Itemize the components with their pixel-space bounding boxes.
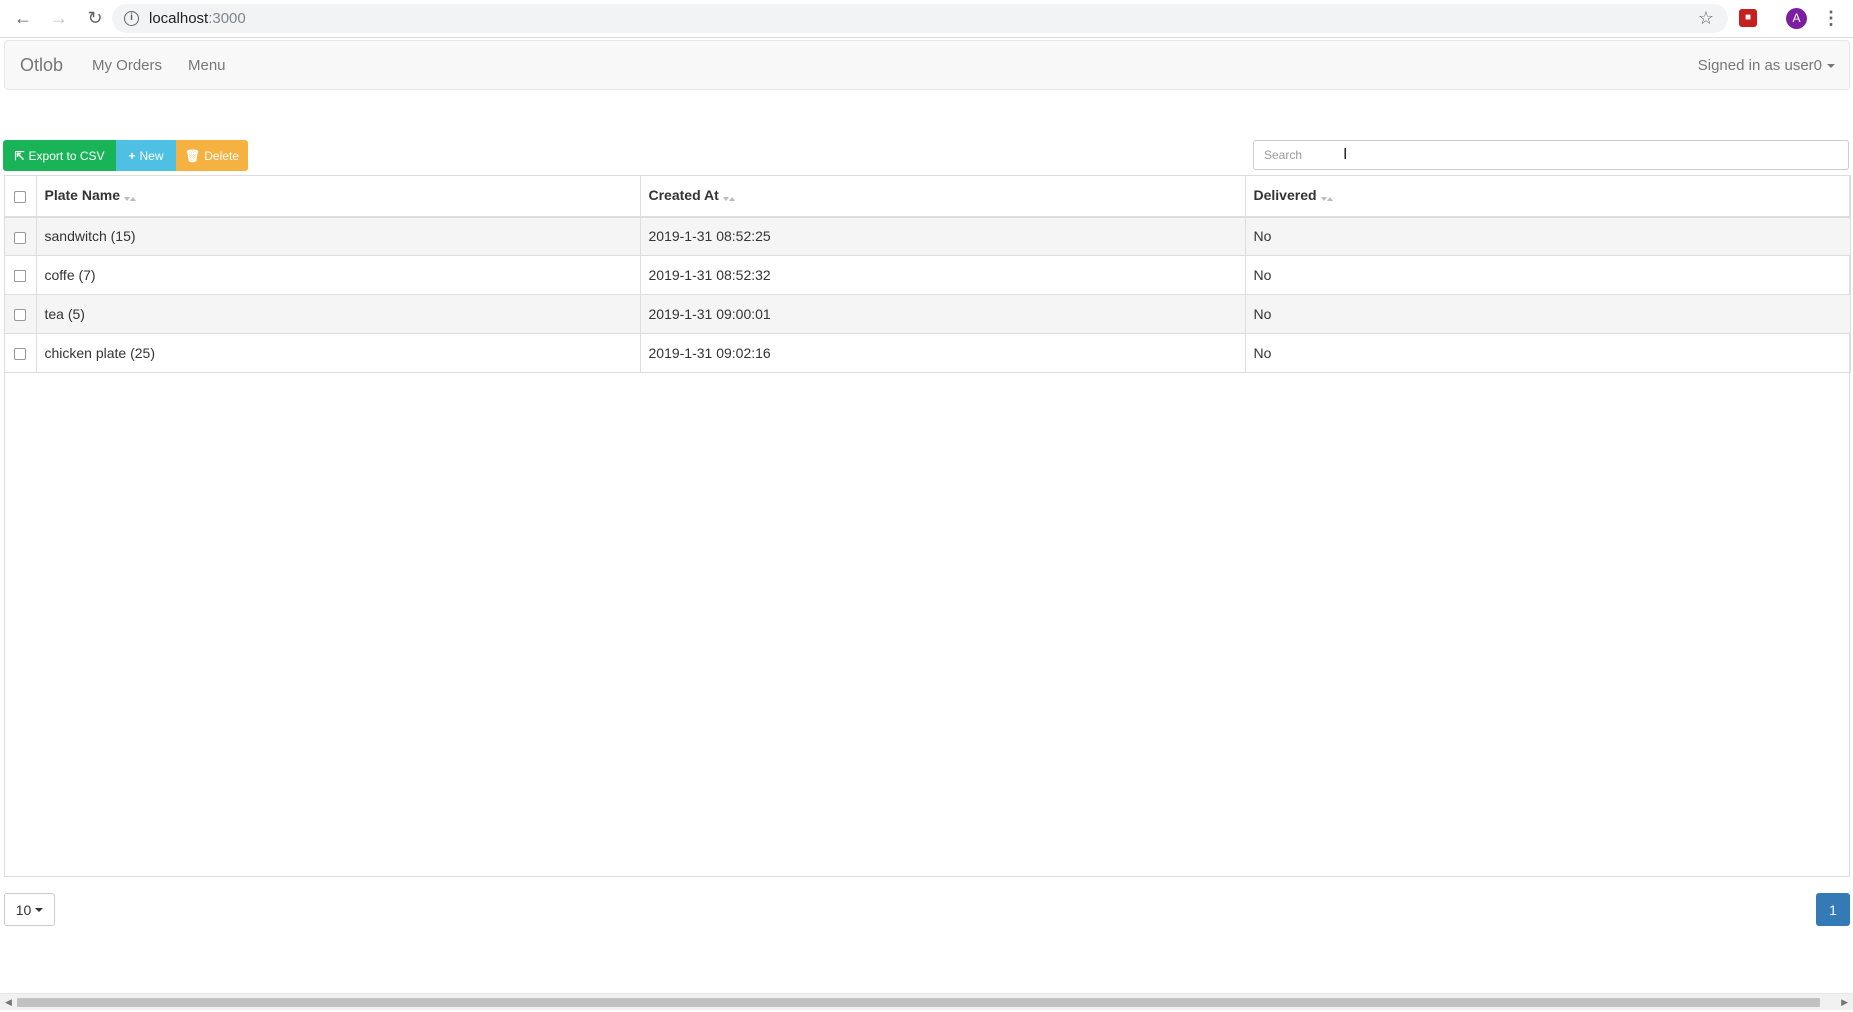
table-row[interactable]: coffe (7) 2019-1-31 08:52:32 No — [5, 255, 1851, 295]
horizontal-scrollbar[interactable]: ◀ ▶ — [0, 993, 1853, 1010]
row-checkbox[interactable] — [14, 270, 27, 283]
forward-icon[interactable]: → — [46, 6, 72, 32]
back-icon[interactable]: ← — [10, 6, 36, 32]
row-select-cell — [5, 255, 37, 295]
page-size-value: 10 — [15, 901, 32, 918]
table-row[interactable]: chicken plate (25) 2019-1-31 09:02:16 No — [5, 333, 1851, 373]
nav-my-orders[interactable]: My Orders — [92, 57, 162, 74]
cell-plate-name: sandwitch (15) — [36, 216, 641, 256]
row-checkbox[interactable] — [14, 231, 27, 244]
user-label: Signed in as user0 — [1697, 57, 1822, 74]
cell-created-at: 2019-1-31 09:00:01 — [640, 294, 1246, 334]
kebab-menu-icon[interactable]: ⋮ — [1822, 6, 1840, 30]
table-header-row: Plate Name Created At Delivered — [5, 175, 1851, 218]
page-1-button[interactable]: 1 — [1816, 893, 1850, 926]
cell-created-at: 2019-1-31 08:52:32 — [640, 255, 1246, 295]
browser-toolbar: ← → ↻ i localhost:3000 ☆ ■ A ⋮ — [0, 0, 1853, 38]
select-all-checkbox[interactable] — [14, 191, 27, 204]
orders-table: Plate Name Created At Delivered sandwitc… — [4, 175, 1851, 877]
delete-button[interactable]: 🗑 Delete — [176, 140, 248, 171]
cell-delivered: No — [1245, 333, 1851, 373]
navbar: Otlob My Orders Menu Signed in as user0 — [4, 40, 1850, 90]
cell-created-at: 2019-1-31 08:52:25 — [640, 216, 1246, 256]
table-row[interactable]: sandwitch (15) 2019-1-31 08:52:25 No — [5, 216, 1851, 256]
export-label: Export to CSV — [28, 148, 105, 163]
nav-menu[interactable]: Menu — [188, 57, 226, 74]
new-label: New — [139, 148, 164, 163]
extension-icon[interactable]: ■ — [1739, 9, 1757, 27]
sort-icon — [722, 188, 735, 204]
url-host: localhost — [149, 10, 209, 27]
delete-label: Delete — [204, 148, 239, 163]
cell-plate-name: chicken plate (25) — [36, 333, 641, 373]
row-select-cell — [5, 216, 37, 256]
column-label: Delivered — [1253, 187, 1317, 204]
address-bar[interactable]: i localhost:3000 ☆ — [112, 4, 1728, 33]
column-plate-name[interactable]: Plate Name — [36, 175, 641, 218]
new-button[interactable]: + New — [116, 140, 176, 171]
chevron-down-icon — [1827, 64, 1835, 69]
user-dropdown[interactable]: Signed in as user0 — [1698, 57, 1835, 74]
scrollbar-thumb[interactable] — [17, 998, 1820, 1007]
row-checkbox[interactable] — [14, 348, 27, 361]
scroll-right-icon[interactable]: ▶ — [1841, 997, 1848, 1008]
cell-created-at: 2019-1-31 09:02:16 — [640, 333, 1246, 373]
page-size-dropdown[interactable]: 10 — [4, 893, 55, 926]
table-row[interactable]: tea (5) 2019-1-31 09:00:01 No — [5, 294, 1851, 334]
column-created-at[interactable]: Created At — [640, 175, 1246, 218]
column-delivered[interactable]: Delivered — [1245, 175, 1851, 218]
export-icon: ⇱ — [14, 148, 25, 163]
info-icon[interactable]: i — [124, 11, 139, 26]
avatar[interactable]: A — [1786, 8, 1807, 29]
export-csv-button[interactable]: ⇱ Export to CSV — [3, 140, 116, 171]
sort-icon — [123, 188, 136, 204]
column-label: Plate Name — [44, 187, 120, 204]
row-select-cell — [5, 333, 37, 373]
url-port: :3000 — [208, 10, 246, 27]
trash-icon: 🗑 — [185, 148, 201, 163]
reload-icon[interactable]: ↻ — [82, 6, 108, 32]
sort-icon — [1320, 188, 1333, 204]
scroll-left-icon[interactable]: ◀ — [5, 997, 12, 1008]
brand-link[interactable]: Otlob — [20, 55, 63, 76]
column-label: Created At — [648, 187, 719, 204]
row-select-cell — [5, 294, 37, 334]
cell-delivered: No — [1245, 294, 1851, 334]
star-icon[interactable]: ☆ — [1698, 8, 1714, 29]
select-all-cell — [5, 175, 37, 218]
cell-delivered: No — [1245, 255, 1851, 295]
plus-icon: + — [128, 148, 136, 163]
chevron-down-icon — [35, 907, 44, 912]
text-cursor-icon: I — [1343, 146, 1348, 163]
cell-delivered: No — [1245, 216, 1851, 256]
cell-plate-name: tea (5) — [36, 294, 641, 334]
row-checkbox[interactable] — [14, 309, 27, 322]
cell-plate-name: coffe (7) — [36, 255, 641, 295]
